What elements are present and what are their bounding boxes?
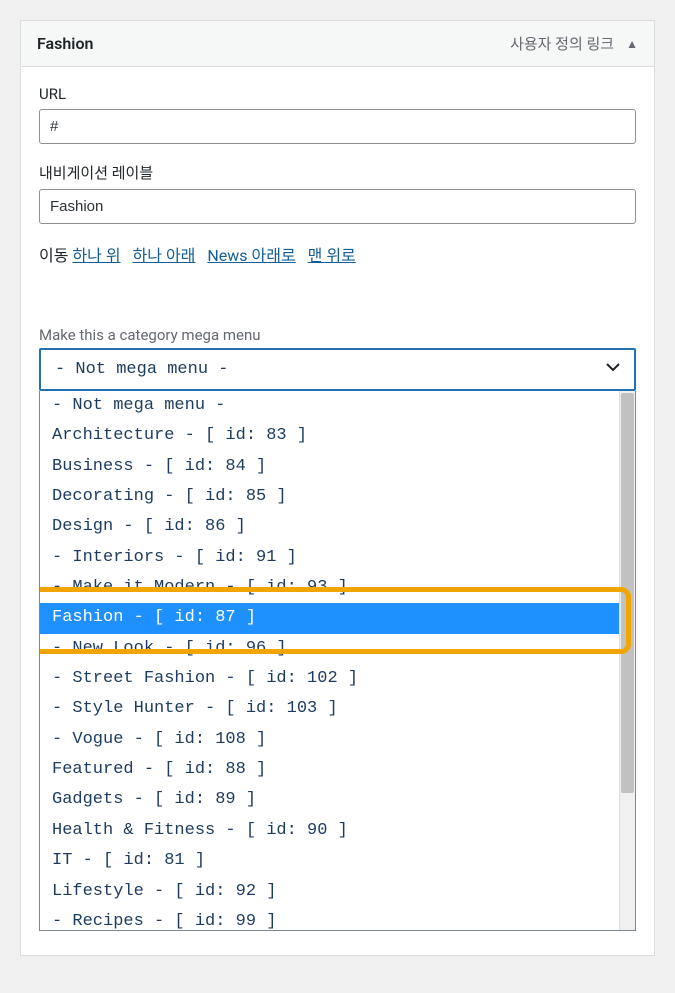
collapse-up-icon[interactable]: ▲	[626, 37, 638, 51]
nav-label-input[interactable]	[39, 189, 636, 224]
mega-menu-select[interactable]: - Not mega menu -	[39, 348, 636, 391]
nav-label-label: 내비게이션 레이블	[39, 162, 636, 183]
mega-menu-dropdown[interactable]: - Not mega menu -Architecture - [ id: 83…	[39, 391, 636, 931]
move-down-link[interactable]: 하나 아래	[133, 246, 196, 265]
panel-header[interactable]: Fashion 사용자 정의 링크 ▲	[21, 21, 654, 67]
dropdown-option[interactable]: - Style Hunter - [ id: 103 ]	[40, 694, 635, 724]
dropdown-option[interactable]: - New Look - [ id: 96 ]	[40, 634, 635, 664]
panel-title: Fashion	[37, 34, 93, 53]
dropdown-option[interactable]: Gadgets - [ id: 89 ]	[40, 785, 635, 815]
dropdown-option[interactable]: Lifestyle - [ id: 92 ]	[40, 877, 635, 907]
move-top-link[interactable]: 맨 위로	[308, 246, 356, 265]
mega-menu-select-wrapper: - Not mega menu - - Not mega menu -Archi…	[39, 348, 636, 931]
dropdown-option[interactable]: IT - [ id: 81 ]	[40, 846, 635, 876]
dropdown-option[interactable]: Fashion - [ id: 87 ]	[40, 603, 635, 633]
panel-body: URL 내비게이션 레이블 이동 하나 위 하나 아래 News 아래로 맨 위…	[21, 67, 654, 955]
dropdown-option[interactable]: - Recipes - [ id: 99 ]	[40, 907, 635, 931]
dropdown-option[interactable]: - Make it Modern - [ id: 93 ]	[40, 573, 635, 603]
chevron-down-icon	[606, 360, 620, 379]
url-field-group: URL	[39, 85, 636, 144]
nav-label-field-group: 내비게이션 레이블	[39, 162, 636, 224]
dropdown-option[interactable]: - Interiors - [ id: 91 ]	[40, 543, 635, 573]
scrollbar-track[interactable]	[619, 391, 635, 930]
dropdown-option[interactable]: Design - [ id: 86 ]	[40, 512, 635, 542]
move-label: 이동	[39, 246, 68, 265]
panel-header-right: 사용자 정의 링크 ▲	[510, 33, 638, 54]
panel-type-label: 사용자 정의 링크	[510, 33, 614, 54]
url-input[interactable]	[39, 109, 636, 144]
dropdown-option[interactable]: Health & Fitness - [ id: 90 ]	[40, 816, 635, 846]
mega-menu-selected-text: - Not mega menu -	[55, 360, 228, 379]
menu-item-panel: Fashion 사용자 정의 링크 ▲ URL 내비게이션 레이블 이동 하나 …	[20, 20, 655, 956]
move-under-link[interactable]: News 아래로	[207, 246, 295, 265]
url-label: URL	[39, 85, 636, 103]
dropdown-option[interactable]: - Street Fashion - [ id: 102 ]	[40, 664, 635, 694]
move-up-link[interactable]: 하나 위	[72, 246, 120, 265]
mega-menu-label: Make this a category mega menu	[39, 326, 636, 344]
move-row: 이동 하나 위 하나 아래 News 아래로 맨 위로	[39, 242, 636, 266]
dropdown-option[interactable]: - Vogue - [ id: 108 ]	[40, 725, 635, 755]
dropdown-option[interactable]: Business - [ id: 84 ]	[40, 452, 635, 482]
scrollbar-thumb[interactable]	[621, 393, 634, 793]
dropdown-option[interactable]: Decorating - [ id: 85 ]	[40, 482, 635, 512]
dropdown-option[interactable]: - Not mega menu -	[40, 391, 635, 421]
dropdown-option[interactable]: Featured - [ id: 88 ]	[40, 755, 635, 785]
dropdown-option[interactable]: Architecture - [ id: 83 ]	[40, 421, 635, 451]
